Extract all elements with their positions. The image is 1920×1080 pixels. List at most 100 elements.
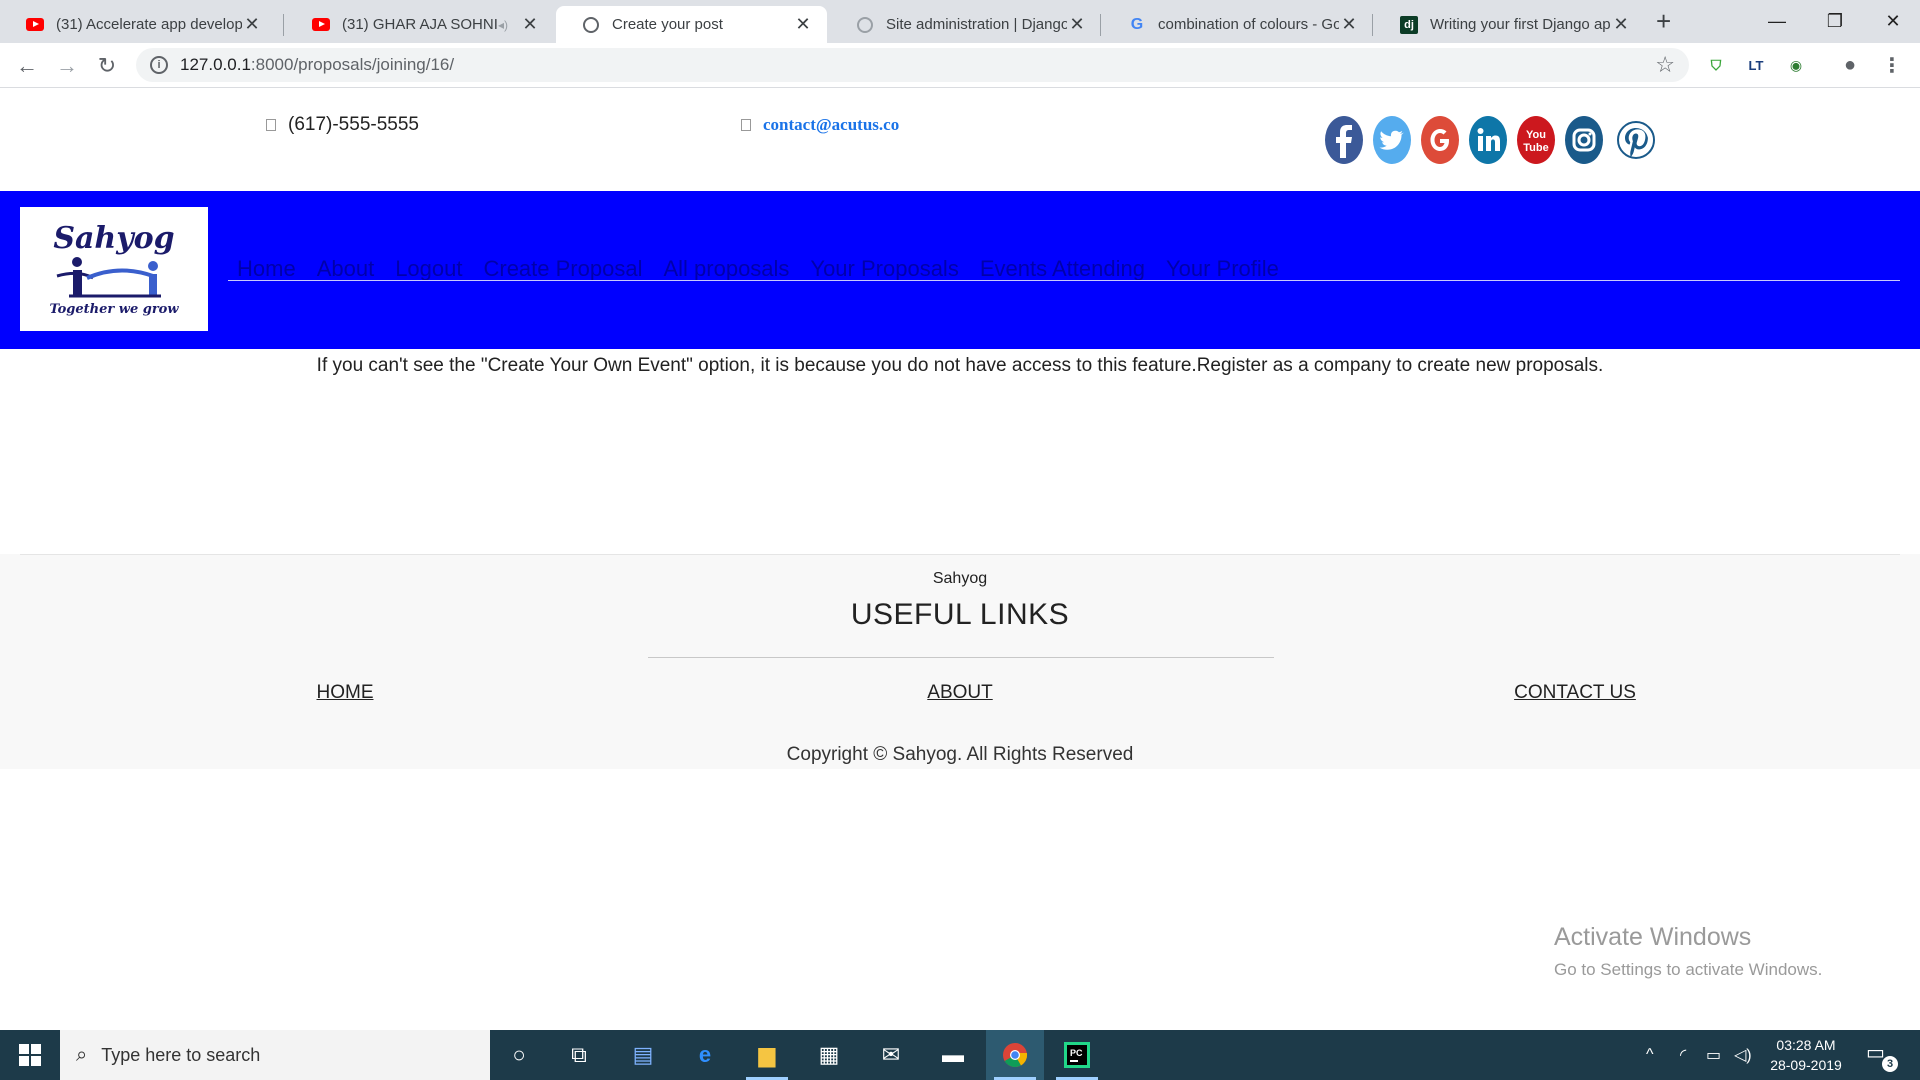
mail-icon[interactable]: ✉ [862, 1030, 920, 1080]
edge-browser-icon[interactable]: e [676, 1030, 734, 1080]
store-icon[interactable]: ▦ [800, 1030, 858, 1080]
menu-kebab-icon[interactable]: ⋮ [1880, 53, 1904, 77]
django-icon: dj [1400, 15, 1418, 34]
linkedin-icon[interactable] [1468, 114, 1508, 166]
tab-6[interactable]: dj Writing your first Django app ✕ [1374, 6, 1645, 43]
wifi-icon[interactable]: ◜ [1680, 1030, 1686, 1080]
navbar-divider [228, 280, 1900, 281]
close-icon[interactable]: ✕ [242, 14, 262, 35]
close-icon[interactable]: ✕ [520, 14, 540, 35]
tab-title: Writing your first Django app [1430, 16, 1611, 33]
tab-3-active[interactable]: Create your post ✕ [556, 6, 827, 43]
tab-title: combination of colours - Goo [1158, 16, 1339, 33]
url-text[interactable]: 127.0.0.1:8000/proposals/joining/16/ [180, 55, 454, 75]
bookmark-star-icon[interactable]: ☆ [1655, 52, 1675, 78]
tab-separator [1100, 14, 1101, 36]
youtube-icon[interactable]: You Tube [1516, 114, 1556, 166]
tab-separator [1372, 14, 1373, 36]
taskbar-clock[interactable]: 03:28 AM 28-09-2019 [1766, 1035, 1846, 1075]
notification-count: 3 [1882, 1056, 1898, 1072]
search-placeholder: Type here to search [101, 1044, 261, 1065]
tab-title: (31) GHAR AJA SOHNIYA [342, 16, 498, 33]
nav-your-proposals[interactable]: Your Proposals [810, 256, 958, 282]
back-arrow-icon[interactable]: ← [12, 51, 42, 81]
task-view-icon[interactable]: ⧉ [550, 1030, 608, 1080]
shield-extension-icon[interactable]: ⛉ [1704, 53, 1728, 77]
windows-taskbar: ⌕ Type here to search ○ ⧉ ▤ e ▆ ▦ ✉ ▬ PC… [0, 1030, 1920, 1080]
instagram-icon[interactable] [1564, 114, 1604, 166]
reload-icon[interactable]: ↻ [92, 51, 122, 81]
windows-start-icon[interactable] [0, 1030, 60, 1080]
file-explorer-icon[interactable]: ▆ [738, 1030, 796, 1080]
svg-text:Tube: Tube [1523, 142, 1548, 154]
close-icon[interactable]: ✕ [793, 14, 813, 35]
globe-icon [856, 16, 874, 34]
footer-link-contact[interactable]: CONTACT US [1425, 682, 1725, 704]
close-icon[interactable]: ✕ [1339, 14, 1359, 35]
pinterest-icon[interactable] [1616, 114, 1656, 166]
tab-4[interactable]: Site administration | Django ✕ [830, 6, 1101, 43]
restore-icon[interactable]: ❐ [1806, 0, 1864, 43]
clock-time: 03:28 AM [1776, 1037, 1836, 1053]
close-icon[interactable]: ✕ [1067, 14, 1087, 35]
minimize-icon[interactable]: — [1748, 0, 1806, 43]
globe-extension-icon[interactable]: ◉ [1784, 53, 1808, 77]
tab-1[interactable]: (31) Accelerate app developm ✕ [0, 6, 276, 43]
tab-5[interactable]: G combination of colours - Goo ✕ [1102, 6, 1373, 43]
nav-events-attending[interactable]: Events Attending [980, 256, 1145, 282]
phone-contact: (617)-555-5555 [266, 114, 419, 136]
nav-logout[interactable]: Logout [395, 256, 462, 282]
browser-tab-strip: (31) Accelerate app developm ✕ (31) GHAR… [0, 0, 1920, 43]
translate-extension-icon[interactable]: LT [1744, 53, 1768, 77]
nav-your-profile[interactable]: Your Profile [1166, 256, 1279, 282]
activate-windows-subtitle: Go to Settings to activate Windows. [1554, 960, 1823, 979]
notification-center-icon[interactable]: ▭ 3 [1866, 1040, 1898, 1072]
speaker-muted-icon[interactable]: ◂) [498, 18, 508, 32]
email-address[interactable]: contact@acutus.co [763, 115, 899, 135]
access-notice: If you can't see the "Create Your Own Ev… [316, 355, 1604, 376]
nav-create-proposal[interactable]: Create Proposal [483, 256, 642, 282]
facebook-icon[interactable] [1324, 114, 1364, 166]
django-fav-text: dj [1400, 15, 1418, 34]
browser-toolbar: ← → ↻ i 127.0.0.1:8000/proposals/joining… [0, 43, 1920, 88]
google-icon[interactable] [1420, 114, 1460, 166]
globe-icon [582, 16, 600, 34]
address-bar[interactable]: i 127.0.0.1:8000/proposals/joining/16/ ☆ [136, 48, 1689, 82]
footer-heading-underline [648, 657, 1274, 658]
tab-title: Create your post [612, 16, 723, 33]
twitter-icon[interactable] [1372, 114, 1412, 166]
logo-brand: Sahyog [53, 221, 175, 256]
site-navbar: Sahyog Together we grow Home About Logou… [0, 191, 1920, 349]
cortana-icon[interactable]: ○ [490, 1030, 548, 1080]
site-logo[interactable]: Sahyog Together we grow [20, 207, 208, 331]
tab-title: Site administration | Django [886, 16, 1067, 33]
terminal-icon[interactable]: ▬ [924, 1030, 982, 1080]
forward-arrow-icon[interactable]: → [52, 51, 82, 81]
nav-about[interactable]: About [317, 256, 375, 282]
network-drive-icon[interactable]: ▤ [614, 1030, 672, 1080]
close-icon[interactable]: ✕ [1611, 14, 1631, 35]
site-info-icon[interactable]: i [150, 56, 168, 74]
profile-avatar-icon[interactable]: ● [1838, 53, 1862, 77]
phone-icon [266, 119, 276, 131]
footer-brand: Sahyog [932, 570, 988, 587]
battery-icon[interactable]: ▭ [1706, 1030, 1721, 1080]
clock-date: 28-09-2019 [1770, 1057, 1842, 1073]
nav-all-proposals[interactable]: All proposals [663, 256, 789, 282]
chrome-icon[interactable] [986, 1030, 1044, 1080]
url-path: :8000/proposals/joining/16/ [250, 55, 455, 74]
footer-link-home[interactable]: HOME [195, 682, 495, 704]
svg-text:PC: PC [1070, 1048, 1083, 1058]
email-contact[interactable]: contact@acutus.co [741, 115, 899, 135]
main-menu: Home About Logout Create Proposal All pr… [237, 256, 1279, 282]
close-window-icon[interactable]: ✕ [1864, 0, 1920, 43]
footer-link-about[interactable]: ABOUT [810, 682, 1110, 704]
taskbar-search-box[interactable]: ⌕ Type here to search [60, 1030, 490, 1080]
phone-number: (617)-555-5555 [288, 114, 419, 135]
volume-icon[interactable]: ◁) [1734, 1030, 1752, 1080]
pycharm-icon[interactable]: PC [1048, 1030, 1106, 1080]
nav-home[interactable]: Home [237, 256, 296, 282]
tab-2[interactable]: (31) GHAR AJA SOHNIYA ◂) ✕ [286, 6, 554, 43]
new-tab-plus-icon[interactable]: + [1656, 6, 1671, 37]
show-hidden-icons-icon[interactable]: ^ [1646, 1030, 1654, 1080]
